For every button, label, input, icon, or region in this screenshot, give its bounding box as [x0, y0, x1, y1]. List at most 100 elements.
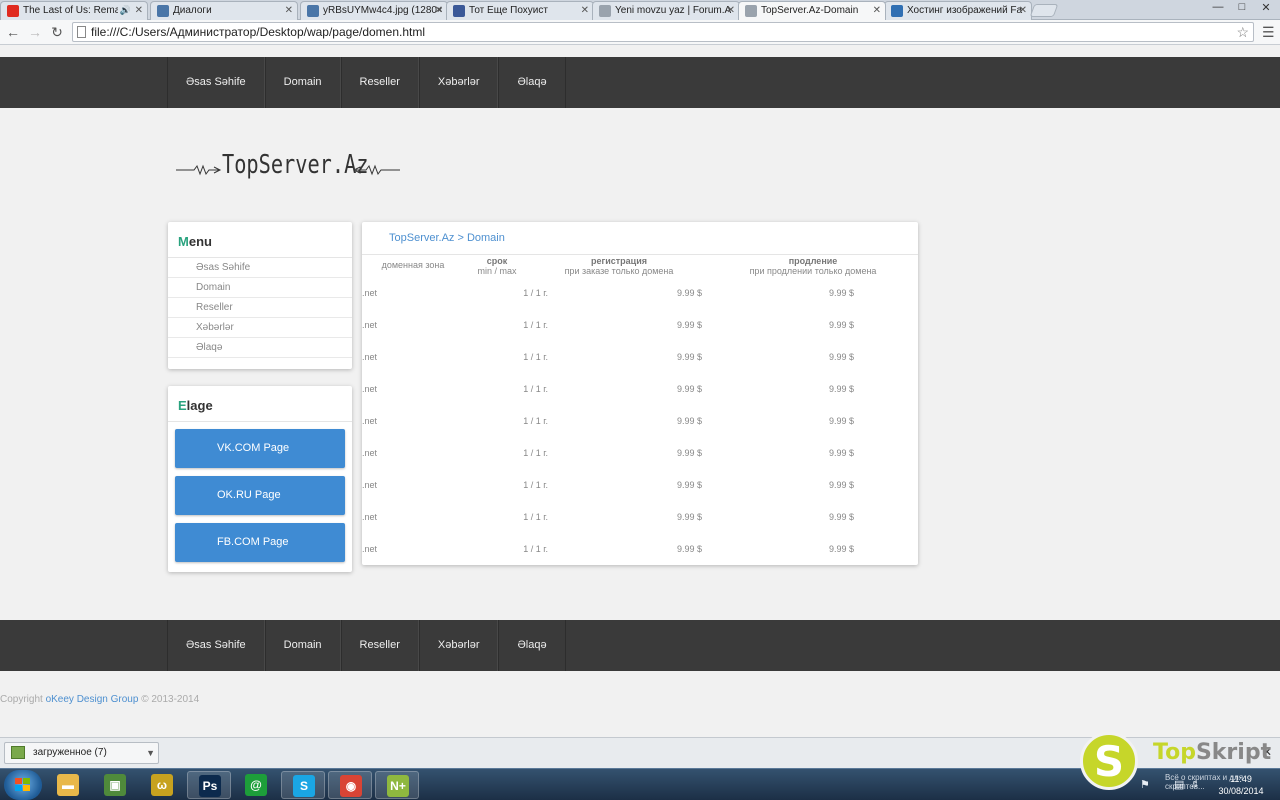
side-menu-item[interactable]: Domain — [168, 278, 352, 298]
browser-tab[interactable]: Тот Еще Похуист ✕ — [446, 1, 594, 20]
watermark-subtitle: Всё о скриптах и для скриптов... — [1165, 773, 1244, 791]
cell-term: 1 / 1 г. — [523, 544, 548, 554]
fastpic-icon — [891, 5, 903, 17]
breadcrumb[interactable]: TopServer.Az > Domain — [389, 232, 505, 244]
download-item-label: загруженное (7) — [33, 747, 107, 758]
page-icon — [599, 5, 611, 17]
cell-zone: .net — [362, 384, 378, 394]
top-nav-items: Əsas Səhife Domain Reseller Xəbərlər Əlaqə — [167, 57, 566, 108]
taskbar-app[interactable]: ▣ — [93, 771, 137, 799]
ok-page-button[interactable]: OK.RU Page — [175, 476, 345, 515]
side-menu-item[interactable]: Əsas Səhife — [168, 258, 352, 278]
browser-tab[interactable]: The Last of Us: Remast 🔊 ✕ — [0, 1, 148, 20]
footer-nav-item[interactable]: Xəbərlər — [418, 620, 499, 671]
close-tab-icon[interactable]: ✕ — [435, 2, 443, 19]
address-bar[interactable]: file:///C:/Users/Администратор/Desktop/w… — [72, 22, 1254, 42]
archive-file-icon — [11, 746, 25, 759]
footer-nav-item[interactable]: Əsas Səhife — [167, 620, 265, 671]
close-window-button[interactable]: ✕ — [1254, 1, 1278, 14]
footer-nav-item[interactable]: Domain — [264, 620, 341, 671]
youtube-icon — [7, 5, 19, 17]
download-item[interactable]: загруженное (7) ▼ — [4, 742, 159, 764]
new-tab-button[interactable] — [1029, 4, 1059, 17]
copyright: Copyright oKeey Design Group © 2013-2014 — [0, 694, 200, 705]
bookmark-star-icon[interactable]: ☆ — [1236, 23, 1249, 41]
close-tab-icon[interactable]: ✕ — [581, 2, 589, 19]
remote-desktop-icon: ▣ — [104, 774, 126, 796]
maximize-button[interactable]: □ — [1230, 1, 1254, 13]
close-tab-icon[interactable]: ✕ — [1019, 2, 1027, 19]
side-menu-item[interactable]: Reseller — [168, 298, 352, 318]
cell-registration-price: 9.99 $ — [676, 544, 702, 554]
close-tab-icon[interactable]: ✕ — [285, 2, 293, 19]
fb-page-button[interactable]: FB.COM Page — [175, 523, 345, 562]
forward-icon[interactable]: → — [26, 23, 44, 41]
top-nav-item[interactable]: Xəbərlər — [418, 57, 499, 108]
page-icon — [745, 5, 757, 17]
cell-zone: .net — [362, 416, 378, 426]
browser-tab-strip: The Last of Us: Remast 🔊 ✕ Диалоги ✕ yRBsUYMw… — [0, 0, 1280, 20]
close-tab-icon[interactable]: ✕ — [727, 2, 735, 19]
footer-nav-item[interactable]: Reseller — [340, 620, 419, 671]
taskbar-app[interactable]: ◉ — [328, 771, 372, 799]
side-menu-item[interactable]: Əlaqə — [168, 338, 352, 358]
cell-term: 1 / 1 г. — [523, 288, 548, 298]
cell-renewal-price: 9.99 $ — [828, 512, 854, 522]
site-logo[interactable]: TopServer.Az — [176, 148, 400, 188]
minimize-button[interactable]: — — [1206, 1, 1230, 13]
cell-renewal-price: 9.99 $ — [828, 416, 854, 426]
winamp-icon: ω — [151, 774, 173, 796]
copyright-brand-link[interactable]: oKeey Design Group — [46, 694, 139, 705]
start-button[interactable] — [4, 770, 42, 800]
windows-logo-icon — [15, 778, 31, 792]
browser-tab[interactable]: yRBsUYMw4c4.jpg (1280× ✕ — [300, 1, 448, 20]
tray-flag-icon[interactable]: ⚑ — [1140, 778, 1150, 791]
elage-panel: Elage VK.COM Page OK.RU Page FB.COM Page — [168, 386, 352, 572]
tab-title: Тот Еще Похуист — [469, 5, 548, 16]
browser-tab[interactable]: Диалоги ✕ — [150, 1, 298, 20]
top-nav-item[interactable]: Domain — [264, 57, 341, 108]
footer-nav-item[interactable]: Əlaqə — [498, 620, 566, 671]
header-renewal: продление при продлении только домена — [749, 256, 877, 276]
cell-renewal-price: 9.99 $ — [828, 320, 854, 330]
photoshop-icon: Ps — [199, 775, 221, 797]
back-icon[interactable]: ← — [4, 23, 22, 41]
cell-term: 1 / 1 г. — [523, 416, 548, 426]
header-registration: регистрация при заказе только домена — [564, 256, 674, 276]
browser-tab[interactable]: TopServer.Az-Domain ✕ — [738, 1, 886, 20]
menu-panel-title: Menu — [168, 222, 352, 258]
vk-page-button[interactable]: VK.COM Page — [175, 429, 345, 468]
top-nav-item[interactable]: Əlaqə — [498, 57, 566, 108]
cell-zone: .net — [362, 512, 378, 522]
cell-registration-price: 9.99 $ — [676, 288, 702, 298]
close-tab-icon[interactable]: ✕ — [873, 2, 881, 19]
tab-title: The Last of Us: Remast — [23, 5, 129, 16]
taskbar-app[interactable]: @ — [234, 771, 278, 799]
close-tab-icon[interactable]: ✕ — [135, 2, 143, 19]
cell-registration-price: 9.99 $ — [676, 448, 702, 458]
cell-zone: .net — [362, 288, 378, 298]
chevron-down-icon[interactable]: ▼ — [146, 743, 155, 763]
reload-icon[interactable]: ↻ — [48, 23, 66, 41]
top-nav-item[interactable]: Reseller — [340, 57, 419, 108]
browser-toolbar: ← → ↻ file:///C:/Users/Администратор/Des… — [0, 20, 1280, 45]
browser-tab[interactable]: Хостинг изображений Fa ✕ — [884, 1, 1032, 20]
tab-title: yRBsUYMw4c4.jpg (1280× — [323, 5, 443, 16]
taskbar-app[interactable]: ω — [140, 771, 184, 799]
browser-menu-icon[interactable]: ☰ — [1262, 24, 1275, 41]
taskbar-app[interactable]: S — [281, 771, 325, 799]
side-menu-item[interactable]: Xəbərlər — [168, 318, 352, 338]
logo-text: TopServer.Az — [222, 150, 369, 180]
taskbar-app[interactable]: N+ — [375, 771, 419, 799]
cell-renewal-price: 9.99 $ — [828, 384, 854, 394]
cell-term: 1 / 1 г. — [523, 448, 548, 458]
elage-panel-title: Elage — [168, 386, 352, 422]
cell-zone: .net — [362, 320, 378, 330]
taskbar-app[interactable]: Ps — [187, 771, 231, 799]
top-nav-item[interactable]: Əsas Səhife — [167, 57, 265, 108]
vk-icon — [307, 5, 319, 17]
watermark-logo: S — [1080, 732, 1138, 790]
browser-tab[interactable]: Yeni movzu yaz | Forum.A ✕ — [592, 1, 740, 20]
taskbar-app[interactable]: ▬ — [46, 771, 90, 799]
facebook-icon — [453, 5, 465, 17]
